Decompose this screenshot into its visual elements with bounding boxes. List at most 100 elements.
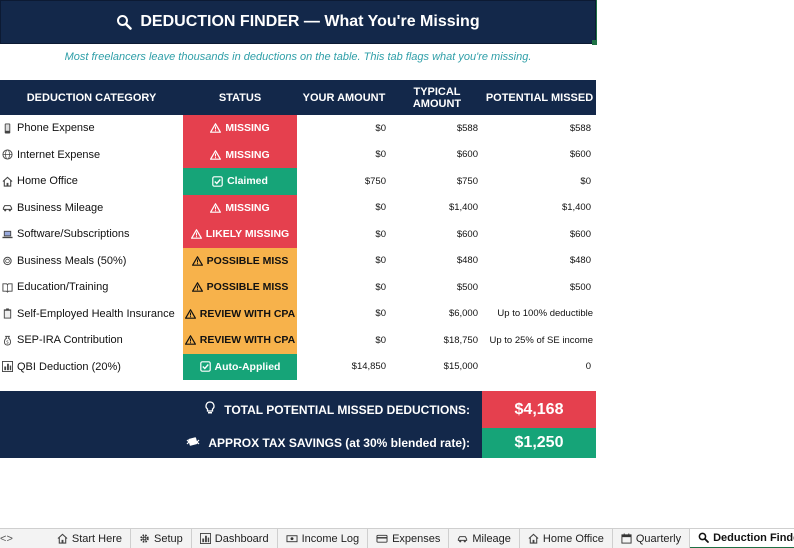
category-cell[interactable]: QBI Deduction (20%) bbox=[0, 354, 183, 381]
category-cell[interactable]: Education/Training bbox=[0, 274, 183, 301]
potential-missed-cell[interactable]: $0 bbox=[483, 168, 596, 195]
moneybag-icon: $ bbox=[2, 335, 13, 346]
your-amount-cell[interactable]: $0 bbox=[297, 221, 391, 248]
potential-missed-cell[interactable]: $588 bbox=[483, 115, 596, 142]
typical-amount-cell[interactable]: $18,750 bbox=[391, 327, 483, 354]
category-label: SEP-IRA Contribution bbox=[17, 334, 123, 347]
sheet-tab-quarterly[interactable]: Quarterly bbox=[613, 528, 691, 548]
warning-icon bbox=[210, 123, 222, 134]
potential-missed-cell[interactable]: $1,400 bbox=[483, 195, 596, 222]
sheet-tab-dashboard[interactable]: Dashboard bbox=[192, 528, 278, 548]
your-amount-cell[interactable]: $0 bbox=[297, 195, 391, 222]
status-badge[interactable]: LIKELY MISSING bbox=[183, 221, 297, 248]
car-icon bbox=[457, 533, 468, 544]
typical-amount-cell[interactable]: $1,400 bbox=[391, 195, 483, 222]
typical-amount-cell[interactable]: $600 bbox=[391, 221, 483, 248]
typical-amount-cell[interactable]: $750 bbox=[391, 168, 483, 195]
laptop-icon bbox=[2, 229, 13, 240]
category-cell[interactable]: $ SEP-IRA Contribution bbox=[0, 327, 183, 354]
status-badge[interactable]: POSSIBLE MISS bbox=[183, 274, 297, 301]
status-badge[interactable]: MISSING bbox=[183, 141, 297, 168]
sheet-tab-expenses[interactable]: Expenses bbox=[368, 528, 450, 548]
sheet-tab-label: Setup bbox=[154, 532, 183, 545]
your-amount-cell[interactable]: $0 bbox=[297, 142, 391, 169]
sheet-tab-label: Start Here bbox=[71, 532, 123, 545]
total-missed-label-cell: TOTAL POTENTIAL MISSED DEDUCTIONS: bbox=[0, 391, 482, 428]
total-missed-value: $4,168 bbox=[482, 391, 596, 428]
your-amount-cell[interactable]: $0 bbox=[297, 248, 391, 275]
sheet-tab-deduction-finder[interactable]: Deduction Finder bbox=[690, 528, 794, 548]
tab-scroll-right-button[interactable]: > bbox=[6, 533, 12, 545]
cash-icon bbox=[286, 533, 298, 544]
book-icon bbox=[2, 282, 13, 293]
status-label: Claimed bbox=[227, 175, 268, 188]
status-badge[interactable]: MISSING bbox=[183, 115, 297, 142]
your-amount-cell[interactable]: $0 bbox=[297, 274, 391, 301]
table-row: Education/Training POSSIBLE MISS $0 $500 $50… bbox=[0, 274, 596, 301]
totals-panel: TOTAL POTENTIAL MISSED DEDUCTIONS: $4,16… bbox=[0, 391, 596, 458]
potential-missed-cell[interactable]: $480 bbox=[483, 248, 596, 275]
status-badge[interactable]: REVIEW WITH CPA bbox=[183, 300, 297, 327]
warning-icon bbox=[190, 229, 202, 240]
typical-amount-cell[interactable]: $588 bbox=[391, 115, 483, 142]
your-amount-cell[interactable]: $0 bbox=[297, 327, 391, 354]
category-cell[interactable]: Phone Expense bbox=[0, 115, 183, 142]
table-header: DEDUCTION CATEGORY STATUS YOUR AMOUNT TY… bbox=[0, 80, 596, 115]
your-amount-cell[interactable]: $0 bbox=[297, 301, 391, 328]
status-badge[interactable]: Auto-Applied bbox=[183, 353, 297, 380]
status-label: REVIEW WITH CPA bbox=[199, 334, 296, 347]
potential-missed-cell[interactable]: Up to 25% of SE income bbox=[483, 327, 596, 354]
header-category: DEDUCTION CATEGORY bbox=[26, 91, 157, 104]
status-label: Auto-Applied bbox=[214, 360, 281, 373]
status-label: POSSIBLE MISS bbox=[206, 254, 289, 267]
potential-missed-cell[interactable]: Up to 100% deductible bbox=[483, 301, 596, 328]
magnifier-icon bbox=[116, 14, 133, 30]
category-cell[interactable]: Internet Expense bbox=[0, 142, 183, 169]
checkbox-icon bbox=[212, 175, 223, 187]
sheet-tab-start-here[interactable]: Start Here bbox=[49, 528, 132, 548]
sheet-tab-mileage[interactable]: Mileage bbox=[449, 528, 520, 548]
typical-amount-cell[interactable]: $6,000 bbox=[391, 301, 483, 328]
status-badge[interactable]: REVIEW WITH CPA bbox=[183, 327, 297, 354]
status-badge[interactable]: POSSIBLE MISS bbox=[183, 247, 297, 274]
typical-amount-cell[interactable]: $480 bbox=[391, 248, 483, 275]
sheet-tab-income-log[interactable]: Income Log bbox=[278, 528, 369, 548]
sheet-tab-setup[interactable]: Setup bbox=[131, 528, 192, 548]
sheet-tab-label: Quarterly bbox=[635, 532, 682, 545]
category-cell[interactable]: Home Office bbox=[0, 168, 183, 195]
warning-icon bbox=[210, 149, 222, 160]
typical-amount-cell[interactable]: $600 bbox=[391, 142, 483, 169]
selection-fill-handle[interactable] bbox=[592, 40, 597, 45]
category-label: Home Office bbox=[17, 175, 78, 188]
category-label: Business Mileage bbox=[17, 201, 104, 214]
potential-missed-cell[interactable]: $500 bbox=[483, 274, 596, 301]
category-cell[interactable]: Software/Subscriptions bbox=[0, 221, 183, 248]
table-row: Business Mileage MISSING $0 $1,400 $1,400 bbox=[0, 194, 596, 222]
sheet-tabs: Start Here Setup Dashboard Income Log Expens… bbox=[49, 528, 794, 548]
potential-missed-cell[interactable]: $600 bbox=[483, 142, 596, 169]
category-label: Phone Expense bbox=[17, 122, 95, 135]
typical-amount-cell[interactable]: $500 bbox=[391, 274, 483, 301]
potential-missed-cell[interactable]: 0 bbox=[483, 354, 596, 381]
title-banner: DEDUCTION FINDER — What You're Missing bbox=[0, 0, 596, 44]
category-cell[interactable]: Business Mileage bbox=[0, 195, 183, 222]
status-badge[interactable]: Claimed bbox=[183, 168, 297, 195]
potential-missed-cell[interactable]: $600 bbox=[483, 221, 596, 248]
subtitle: Most freelancers leave thousands in dedu… bbox=[64, 51, 532, 63]
gear-icon bbox=[139, 533, 150, 544]
sheet-tab-home-office[interactable]: Home Office bbox=[520, 528, 613, 548]
category-cell[interactable]: Business Meals (50%) bbox=[0, 248, 183, 275]
category-label: Education/Training bbox=[17, 281, 109, 294]
total-missed-label: TOTAL POTENTIAL MISSED DEDUCTIONS: bbox=[224, 402, 470, 417]
sheet-tab-label: Home Office bbox=[542, 532, 604, 545]
house-icon bbox=[2, 176, 13, 187]
typical-amount-cell[interactable]: $15,000 bbox=[391, 354, 483, 381]
sheet-tab-label: Mileage bbox=[472, 532, 511, 545]
your-amount-cell[interactable]: $750 bbox=[297, 168, 391, 195]
house-icon bbox=[57, 533, 68, 544]
your-amount-cell[interactable]: $0 bbox=[297, 115, 391, 142]
category-cell[interactable]: Self-Employed Health Insurance bbox=[0, 301, 183, 328]
page-title: DEDUCTION FINDER — What You're Missing bbox=[140, 13, 480, 30]
status-badge[interactable]: MISSING bbox=[183, 194, 297, 221]
your-amount-cell[interactable]: $14,850 bbox=[297, 354, 391, 381]
